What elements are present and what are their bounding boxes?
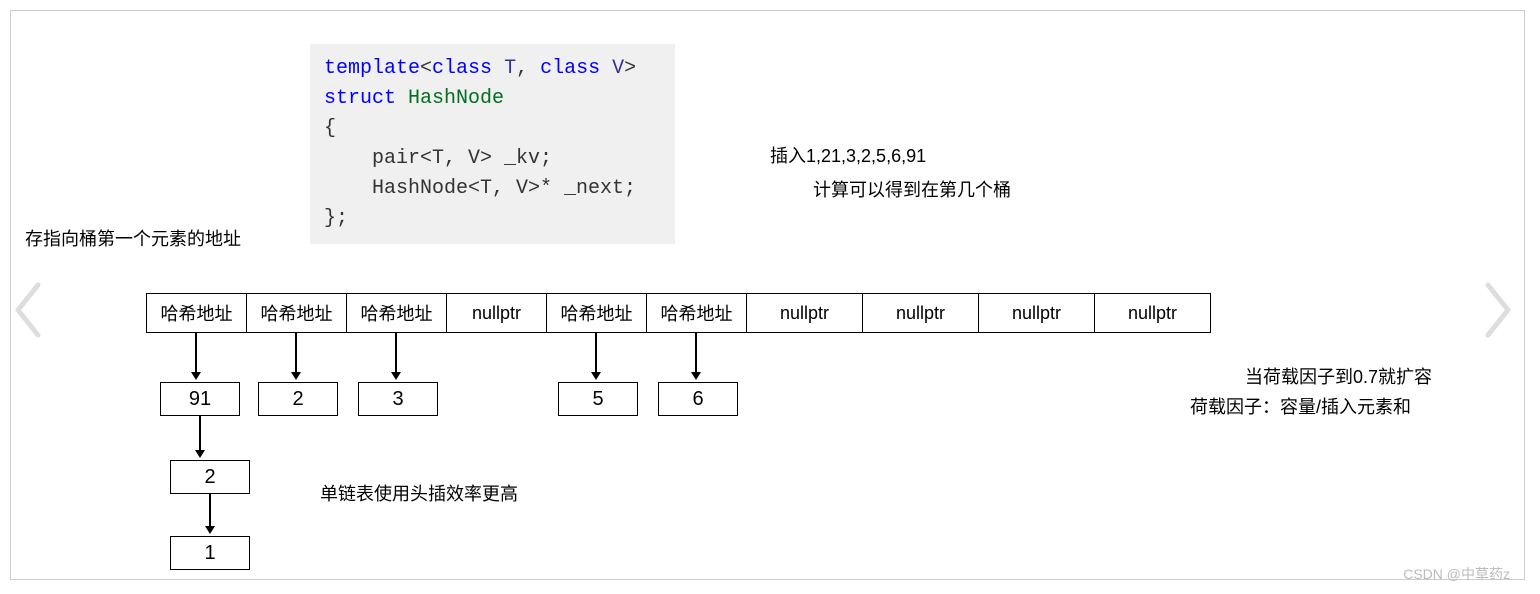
load-note-1: 当荷载因子到0.7就扩容 — [1245, 363, 1432, 389]
arrow-down-icon — [195, 333, 197, 378]
bucket-array: 哈希地址 哈希地址 哈希地址 nullptr 哈希地址 哈希地址 nullptr… — [147, 293, 1211, 333]
arrow-down-icon — [695, 333, 697, 378]
kw-struct: struct — [324, 87, 396, 110]
bucket-cell: 哈希地址 — [246, 293, 347, 333]
kw-class2: class — [540, 57, 600, 80]
code-snippet: template<class T, class V> struct HashNo… — [310, 44, 675, 244]
arrow-down-icon — [295, 333, 297, 378]
insert-note: 插入1,21,3,2,5,6,91 — [770, 142, 926, 168]
bucket-cell: nullptr — [1094, 293, 1211, 333]
list-node: 1 — [170, 536, 250, 570]
pointer-note: 存指向桶第一个元素的地址 — [25, 225, 241, 251]
bucket-cell: 哈希地址 — [546, 293, 647, 333]
bucket-cell: nullptr — [746, 293, 863, 333]
code-line-next: HashNode<T, V>* _next; — [324, 177, 636, 200]
next-button[interactable] — [1478, 280, 1518, 340]
type-v: V — [612, 57, 624, 80]
bucket-calc-note: 计算可以得到在第几个桶 — [813, 176, 1011, 202]
kw-template: template — [324, 57, 420, 80]
bucket-cell: 哈希地址 — [146, 293, 247, 333]
bucket-cell: nullptr — [862, 293, 979, 333]
bucket-cell: 哈希地址 — [646, 293, 747, 333]
list-node: 91 — [160, 382, 240, 416]
bucket-cell: nullptr — [978, 293, 1095, 333]
type-t: T — [504, 57, 516, 80]
arrow-down-icon — [395, 333, 397, 378]
list-node: 2 — [170, 460, 250, 494]
list-node: 6 — [658, 382, 738, 416]
bucket-cell: nullptr — [446, 293, 547, 333]
arrow-down-icon — [199, 416, 201, 456]
code-line-kv: pair<T, V> _kv; — [324, 147, 552, 170]
list-node: 5 — [558, 382, 638, 416]
bucket-cell: 哈希地址 — [346, 293, 447, 333]
list-note: 单链表使用头插效率更高 — [320, 480, 518, 506]
struct-name: HashNode — [408, 87, 504, 110]
watermark: CSDN @中草药z — [1403, 564, 1510, 584]
list-node: 2 — [258, 382, 338, 416]
load-note-2: 荷载因子：容量/插入元素和 — [1190, 393, 1411, 419]
arrow-down-icon — [595, 333, 597, 378]
arrow-down-icon — [209, 494, 211, 532]
prev-button[interactable] — [8, 280, 48, 340]
list-node: 3 — [358, 382, 438, 416]
kw-class: class — [432, 57, 492, 80]
